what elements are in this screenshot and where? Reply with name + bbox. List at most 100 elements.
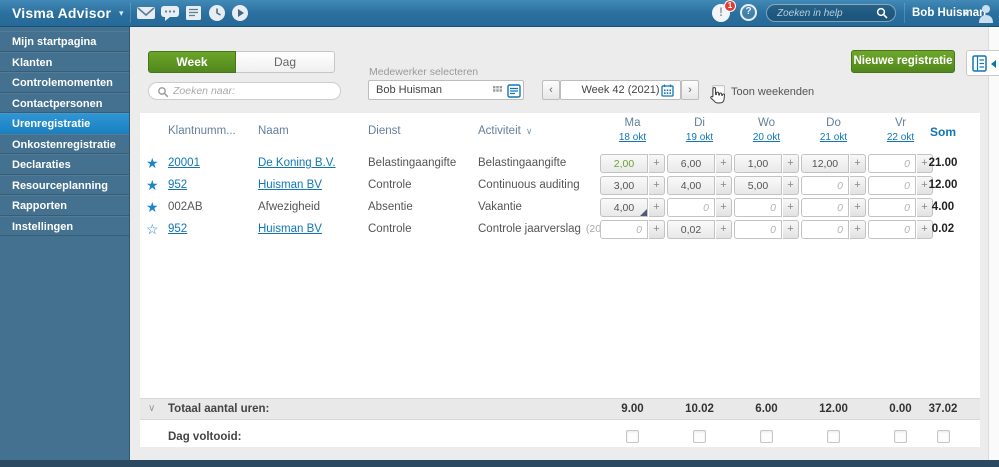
mail-icon[interactable] — [136, 5, 156, 21]
add-hours-button[interactable] — [716, 176, 732, 195]
add-hours-button[interactable] — [783, 220, 799, 239]
collapse-totals-icon[interactable] — [148, 399, 155, 419]
hours-input[interactable] — [868, 198, 916, 217]
favorite-star-icon[interactable] — [146, 196, 164, 218]
sidebar-item-mijn-startpagina[interactable]: Mijn startpagina — [0, 31, 129, 52]
client-name-link[interactable]: De Koning B.V. — [258, 157, 336, 169]
client-number-cell: 002AB — [168, 201, 203, 213]
chat-icon[interactable] — [160, 5, 180, 21]
add-hours-button[interactable] — [716, 220, 732, 239]
previous-week-button[interactable] — [542, 80, 560, 100]
hours-input[interactable] — [667, 176, 715, 195]
day-complete-checkbox-vr[interactable] — [894, 430, 907, 443]
search-input[interactable] — [173, 84, 333, 98]
tab-week[interactable]: Week — [148, 51, 236, 73]
day-header-do: Do — [826, 117, 841, 129]
day-complete-checkbox-do[interactable] — [827, 430, 840, 443]
day-complete-checkbox-som[interactable] — [937, 430, 950, 443]
day-date-link-do[interactable]: 21 okt — [820, 132, 847, 143]
next-week-button[interactable] — [681, 80, 699, 100]
sidebar-item-onkostenregistratie[interactable]: Onkostenregistratie — [0, 133, 129, 154]
day-date-link-ma[interactable]: 18 okt — [619, 132, 646, 143]
favorite-star-icon[interactable] — [146, 218, 164, 240]
hours-input[interactable] — [801, 198, 849, 217]
employee-select[interactable]: Bob Huisman — [368, 80, 524, 100]
hours-input[interactable] — [667, 198, 715, 217]
hours-input[interactable] — [868, 220, 916, 239]
hours-input[interactable] — [801, 154, 849, 173]
sidebar-item-controlemomenten[interactable]: Controlemomenten — [0, 72, 129, 93]
day-complete-checkbox-wo[interactable] — [760, 430, 773, 443]
hours-input[interactable] — [600, 176, 648, 195]
avatar[interactable] — [977, 3, 995, 24]
day-date-link-vr[interactable]: 22 okt — [887, 132, 914, 143]
client-name-link[interactable]: Huisman BV — [258, 223, 322, 235]
clock-icon[interactable] — [208, 4, 226, 22]
add-hours-button[interactable] — [850, 176, 866, 195]
add-hours-button[interactable] — [716, 154, 732, 173]
column-header-naam[interactable]: Naam — [258, 125, 289, 137]
client-number-link[interactable]: 20001 — [168, 157, 200, 169]
hours-input[interactable] — [868, 176, 916, 195]
side-panel-toggle-button[interactable] — [966, 50, 999, 76]
sidebar-item-urenregistratie[interactable]: Urenregistratie — [0, 113, 129, 134]
day-date-link-wo[interactable]: 20 okt — [753, 132, 780, 143]
help-icon[interactable] — [740, 4, 757, 21]
add-hours-button[interactable] — [850, 154, 866, 173]
day-complete-checkbox-di[interactable] — [693, 430, 706, 443]
sidebar-item-klanten[interactable]: Klanten — [0, 51, 129, 72]
tab-dag[interactable]: Dag — [236, 51, 335, 73]
hours-input[interactable] — [801, 220, 849, 239]
calendar-icon[interactable] — [661, 84, 674, 97]
hours-input[interactable] — [667, 220, 715, 239]
day-complete-checkbox-ma[interactable] — [626, 430, 639, 443]
column-header-dienst[interactable]: Dienst — [368, 125, 401, 137]
sidebar-item-contactpersonen[interactable]: Contactpersonen — [0, 92, 129, 113]
add-hours-button[interactable] — [783, 154, 799, 173]
client-name-link[interactable]: Huisman BV — [258, 179, 322, 191]
add-hours-button[interactable] — [649, 220, 665, 239]
client-number-link[interactable]: 952 — [168, 179, 187, 191]
add-hours-button[interactable] — [850, 198, 866, 217]
user-dropdown-icon[interactable] — [964, 1, 968, 27]
employee-lookup-icon[interactable] — [507, 84, 521, 98]
client-name-cell: Afwezigheid — [258, 201, 321, 213]
sidebar-item-instellingen[interactable]: Instellingen — [0, 215, 129, 236]
add-hours-button[interactable] — [783, 198, 799, 217]
sort-down-icon[interactable] — [526, 126, 533, 136]
sidebar-item-rapporten[interactable]: Rapporten — [0, 195, 129, 216]
hours-input[interactable] — [734, 198, 782, 217]
day-date-link-di[interactable]: 19 okt — [686, 132, 713, 143]
search-icon[interactable] — [876, 7, 888, 19]
totals-label: Totaal aantal uren: — [168, 403, 270, 415]
start-icon[interactable] — [231, 4, 249, 22]
user-menu[interactable]: Bob Huisman — [912, 0, 986, 26]
new-registration-button[interactable]: Nieuwe registratie — [851, 50, 955, 73]
note-indicator-icon — [640, 209, 647, 216]
hours-input[interactable] — [600, 154, 648, 173]
week-selector[interactable]: Week 42 (2021) — [560, 80, 681, 100]
add-hours-button[interactable] — [649, 198, 665, 217]
add-hours-button[interactable] — [649, 154, 665, 173]
client-number-link[interactable]: 952 — [168, 223, 187, 235]
add-hours-button[interactable] — [649, 176, 665, 195]
hours-input[interactable] — [667, 154, 715, 173]
add-hours-button[interactable] — [850, 220, 866, 239]
hours-input[interactable] — [600, 220, 648, 239]
sidebar-item-resourceplanning[interactable]: Resourceplanning — [0, 174, 129, 195]
brand-dropdown-icon[interactable] — [119, 0, 124, 26]
add-hours-button[interactable] — [716, 198, 732, 217]
hours-input[interactable] — [801, 176, 849, 195]
notes-icon[interactable] — [184, 5, 204, 21]
favorite-star-icon[interactable] — [146, 152, 164, 174]
hours-input[interactable] — [734, 154, 782, 173]
hours-input[interactable] — [868, 154, 916, 173]
favorite-star-icon[interactable] — [146, 174, 164, 196]
hours-input[interactable] — [734, 176, 782, 195]
add-hours-button[interactable] — [783, 176, 799, 195]
column-header-activiteit[interactable]: Activiteit — [478, 125, 532, 137]
column-header-klantnummer[interactable]: Klantnumm... — [168, 125, 236, 137]
hours-input[interactable] — [734, 220, 782, 239]
sidebar-item-declaraties[interactable]: Declaraties — [0, 154, 129, 175]
service-cell: Absentie — [368, 201, 413, 213]
